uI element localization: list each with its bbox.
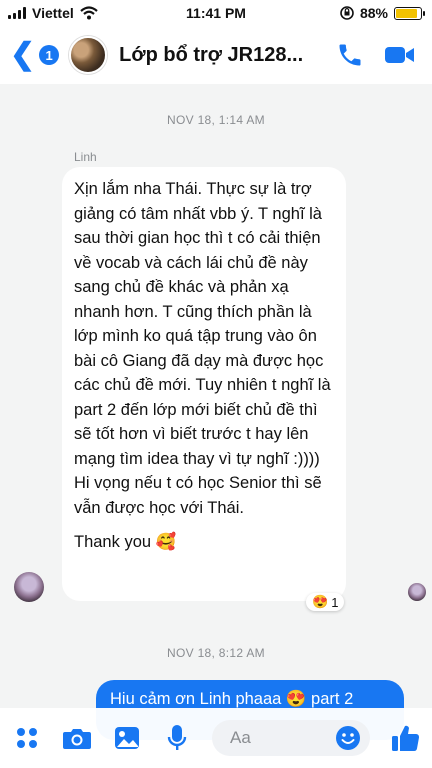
chevron-left-icon: ❮ [10, 38, 36, 71]
reaction-badge[interactable]: 😍 1 [306, 593, 345, 611]
emoji-icon[interactable] [334, 724, 362, 752]
timestamp-2: NOV 18, 8:12 AM [167, 646, 265, 660]
back-button[interactable]: ❮ 1 [10, 38, 60, 71]
unread-badge: 1 [39, 45, 60, 65]
microphone-icon[interactable] [162, 723, 192, 753]
reaction-count: 1 [331, 594, 339, 610]
like-icon[interactable] [390, 723, 420, 753]
wifi-icon [80, 6, 98, 20]
menu-grid-icon[interactable] [12, 723, 42, 753]
carrier-area: Viettel [8, 5, 98, 21]
carrier-label: Viettel [32, 5, 74, 21]
orientation-lock-icon [340, 6, 354, 20]
group-avatar[interactable] [69, 36, 108, 74]
video-call-icon[interactable] [384, 41, 416, 69]
message-text-2: Hi vọng nếu t có học Senior thì sẽ vẫn đ… [74, 474, 322, 517]
message-text: Xịn lắm nha Thái. Thực sự là trợ giảng c… [74, 180, 331, 468]
seen-avatar [408, 583, 426, 601]
message-input[interactable]: Aa [212, 720, 370, 756]
message-input-placeholder: Aa [230, 728, 251, 747]
camera-icon[interactable] [62, 723, 92, 753]
gallery-icon[interactable] [112, 723, 142, 753]
message-thanks: Thank you 🥰 [74, 533, 177, 551]
sender-name: Linh [74, 150, 97, 164]
status-bar: Viettel 11:41 PM 88% [0, 0, 432, 26]
battery-icon [394, 6, 425, 20]
battery-area: 88% [340, 5, 425, 21]
outgoing-message-text: Hiu cảm ơn Linh phaaa 😍 part 2 [110, 690, 354, 708]
phone-icon[interactable] [336, 41, 364, 69]
composer-bar: Aa [0, 708, 432, 768]
battery-percent: 88% [359, 5, 388, 21]
conversation-title[interactable]: Lớp bổ trợ JR128... [119, 44, 336, 67]
signal-icon [8, 7, 26, 19]
incoming-message[interactable]: Xịn lắm nha Thái. Thực sự là trợ giảng c… [62, 167, 346, 601]
heart-eyes-icon: 😍 [312, 594, 329, 609]
conversation-header: ❮ 1 Lớp bổ trợ JR128... [0, 26, 432, 84]
timestamp: NOV 18, 1:14 AM [167, 113, 265, 127]
sender-avatar[interactable] [14, 572, 44, 602]
